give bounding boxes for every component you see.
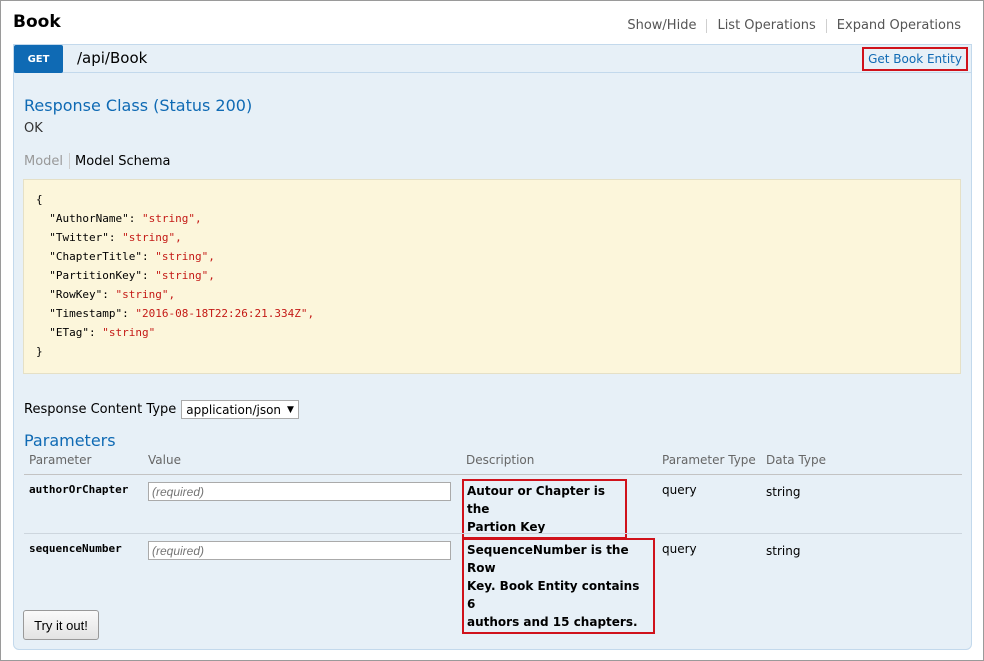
operation-panel: GET /api/Book Get Book Entity Response C… bbox=[13, 44, 972, 650]
response-content-type-label: Response Content Type bbox=[24, 402, 177, 417]
schema-line: "ETag": "string" bbox=[36, 323, 948, 342]
schema-line: "PartitionKey": "string", bbox=[36, 266, 948, 285]
schema-line: } bbox=[36, 342, 948, 361]
operation-heading[interactable]: GET /api/Book Get Book Entity bbox=[14, 45, 971, 73]
row-divider bbox=[24, 533, 962, 534]
schema-key: "PartitionKey": bbox=[36, 269, 156, 282]
description-line: Autour or Chapter is the bbox=[467, 484, 606, 516]
schema-key: "ETag": bbox=[36, 326, 103, 339]
http-method-badge[interactable]: GET bbox=[14, 45, 63, 73]
operation-summary[interactable]: Get Book Entity bbox=[862, 47, 968, 71]
schema-line: "RowKey": "string", bbox=[36, 285, 948, 304]
authororchapter-input[interactable] bbox=[148, 482, 451, 501]
response-content-type-select[interactable]: application/json ▼ bbox=[181, 400, 299, 419]
try-it-out-button[interactable]: Try it out! bbox=[23, 610, 99, 640]
resource-links: Show/Hide List Operations Expand Operati… bbox=[617, 18, 961, 33]
data-type-sequencenumber: string bbox=[766, 544, 801, 558]
schema-value: "string", bbox=[155, 269, 215, 282]
response-class-heading: Response Class (Status 200) bbox=[24, 96, 253, 115]
schema-key: "Timestamp": bbox=[36, 307, 136, 320]
schema-line: "Twitter": "string", bbox=[36, 228, 948, 247]
description-line: Key. Book Entity contains 6 bbox=[467, 579, 640, 611]
col-header-description: Description bbox=[466, 453, 535, 467]
response-status-text: OK bbox=[24, 121, 43, 136]
col-header-parameter: Parameter bbox=[29, 453, 92, 467]
schema-value: "string", bbox=[115, 288, 176, 301]
schema-value: "2016-08-18T22:26:21.334Z", bbox=[135, 307, 315, 320]
tab-model-schema[interactable]: Model Schema bbox=[75, 154, 170, 169]
schema-key: } bbox=[36, 345, 43, 358]
response-content-type: Response Content Type application/json ▼ bbox=[24, 400, 299, 419]
param-type-authororchapter: query bbox=[662, 483, 697, 497]
data-type-authororchapter: string bbox=[766, 485, 801, 499]
schema-key: "AuthorName": bbox=[36, 212, 142, 225]
resource-title[interactable]: Book bbox=[13, 12, 61, 32]
dropdown-arrow-icon: ▼ bbox=[287, 404, 294, 415]
col-header-data-type: Data Type bbox=[766, 453, 827, 467]
col-header-value: Value bbox=[148, 453, 181, 467]
show-hide-link[interactable]: Show/Hide bbox=[617, 18, 706, 33]
tab-divider bbox=[69, 153, 71, 169]
response-content-type-value: application/json bbox=[186, 402, 282, 417]
schema-value: "string" bbox=[102, 326, 156, 339]
schema-value: "string", bbox=[155, 250, 215, 263]
schema-value: "string", bbox=[141, 212, 202, 225]
schema-line: "ChapterTitle": "string", bbox=[36, 247, 948, 266]
model-schema-code[interactable]: { "AuthorName": "string", "Twitter": "st… bbox=[23, 179, 961, 374]
param-description-authororchapter: Autour or Chapter is the Partion Key bbox=[462, 479, 627, 539]
parameters-heading: Parameters bbox=[24, 431, 116, 450]
tab-model[interactable]: Model bbox=[24, 154, 69, 169]
operation-path[interactable]: /api/Book bbox=[77, 49, 147, 67]
col-header-parameter-type: Parameter Type bbox=[662, 453, 756, 467]
schema-key: "RowKey": bbox=[36, 288, 116, 301]
schema-value: "string", bbox=[122, 231, 182, 244]
header-divider bbox=[24, 474, 962, 475]
schema-line: { bbox=[36, 190, 948, 209]
schema-key: "ChapterTitle": bbox=[36, 250, 156, 263]
description-line: SequenceNumber is the Row bbox=[467, 543, 629, 575]
list-operations-link[interactable]: List Operations bbox=[707, 18, 825, 33]
schema-key: "Twitter": bbox=[36, 231, 123, 244]
description-line: authors and 15 chapters. bbox=[467, 615, 638, 629]
schema-key: { bbox=[36, 193, 43, 206]
expand-operations-link[interactable]: Expand Operations bbox=[827, 18, 961, 33]
param-name-authororchapter: authorOrChapter bbox=[29, 483, 129, 496]
param-type-sequencenumber: query bbox=[662, 542, 697, 556]
param-description-sequencenumber: SequenceNumber is the Row Key. Book Enti… bbox=[462, 538, 655, 634]
schema-line: "Timestamp": "2016-08-18T22:26:21.334Z", bbox=[36, 304, 948, 323]
model-tabs: Model Model Schema bbox=[24, 153, 170, 169]
sequencenumber-input[interactable] bbox=[148, 541, 451, 560]
param-name-sequencenumber: sequenceNumber bbox=[29, 542, 122, 555]
schema-line: "AuthorName": "string", bbox=[36, 209, 948, 228]
